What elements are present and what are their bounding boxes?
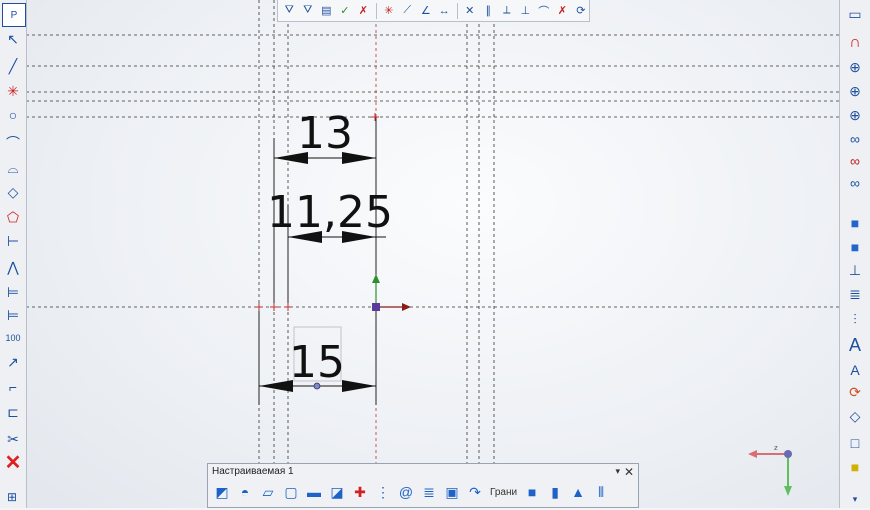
trim-icon[interactable]: ✂ (2, 428, 24, 450)
angular-dimension-icon[interactable]: ⋀ (2, 256, 24, 278)
parameters-icon[interactable]: P (2, 3, 26, 27)
constraint-tangent-icon[interactable]: ⟂ (499, 2, 516, 20)
cube-check-icon[interactable]: ■ (844, 212, 866, 234)
constraint-auto-icon[interactable]: ⟳ (573, 2, 590, 20)
text-small-icon[interactable]: A (844, 359, 866, 381)
filter-clear-icon[interactable]: ✗ (355, 2, 372, 20)
drawing-canvas[interactable]: 13 11,25 15 z (26, 0, 840, 508)
origin-point (372, 303, 380, 311)
left-toolbar: P ↖ ╱ ✳ ○ ⌒ ⌓ ◇ ⬠ ⊢ ⋀ ⊨ ⊨ 100 ↗ ⌐ ⊏ ✂ ✕ … (0, 0, 27, 508)
pattern-icon[interactable]: ⋮ (373, 482, 393, 502)
top-toolbar: ⛛ ⛛ ▤ ✓ ✗ ✳ ⟋ ∠ ↔ ✕ ∥ ⟂ ⊥ ⌒ ✗ ⟳ (277, 0, 590, 22)
constraint-parallel-icon[interactable]: ∥ (480, 2, 497, 20)
filter-all-icon[interactable]: ⛛ (300, 2, 317, 20)
snap-dimension-icon[interactable]: ↔ (436, 2, 453, 20)
dimension-1125-text: 11,25 (267, 187, 393, 238)
delete-icon[interactable]: ✕ (2, 451, 24, 474)
cylinder-icon[interactable]: ▬ (304, 482, 324, 502)
dimension-13-text: 13 (297, 108, 353, 159)
glasses-red-icon[interactable]: ∞ (844, 150, 866, 172)
pointer-icon[interactable]: ↖ (2, 28, 24, 50)
snap-angle-icon[interactable]: ∠ (418, 2, 435, 20)
dimension-icon[interactable]: ⊢ (2, 230, 24, 252)
constraint-perp-icon[interactable]: ⊥ (517, 2, 534, 20)
distribute-icon[interactable]: ⫶ (844, 308, 866, 330)
baseline-dimension-icon[interactable]: ⊨ (2, 304, 24, 326)
dimension-1125[interactable]: 11,25 (267, 187, 393, 243)
view-triad: z (748, 444, 792, 496)
spacing-icon[interactable]: ≣ (844, 283, 866, 305)
glasses-green-icon[interactable]: ∞ (844, 172, 866, 194)
dimension-15-text: 15 (289, 337, 345, 388)
panel-title: Настраиваемая 1 (212, 466, 294, 477)
layout-icon[interactable]: ⊞ (1, 486, 23, 508)
toolbar-separator (456, 2, 458, 19)
panel-menu-button[interactable]: ▾ (615, 466, 620, 477)
angle-dim-icon[interactable]: ⊏ (2, 401, 24, 423)
bend-icon[interactable]: ↷ (465, 482, 485, 502)
revolve-icon[interactable]: ◓ (235, 482, 255, 502)
panel-close-button[interactable]: ✕ (624, 465, 634, 479)
fillet-3d-icon[interactable]: ✚ (350, 482, 370, 502)
dimension-15[interactable]: 15 (259, 326, 376, 392)
ordinate-icon[interactable]: ⌐ (2, 376, 24, 398)
filter-layers-icon[interactable]: ▤ (318, 2, 335, 20)
origin-axes (372, 274, 411, 311)
plane-icon[interactable]: ◇ (844, 405, 866, 427)
glasses-icon[interactable]: ∞ (844, 128, 866, 150)
radial-dimension-icon[interactable]: ↗ (2, 351, 24, 373)
panel-icons: ◩ ◓ ▱ ▢ ▬ ◪ ✚ ⋮ @ ≣ ▣ ↷ Грани ■ ▮ ▲ ⫴ (212, 482, 611, 502)
filter-icon[interactable]: ⛛ (281, 2, 298, 20)
square-icon[interactable]: ■ (844, 456, 866, 478)
box-icon[interactable]: □ (844, 432, 866, 454)
scroll-down-icon[interactable]: ▾ (844, 488, 866, 510)
spiral-icon[interactable]: @ (396, 482, 416, 502)
faces-dropdown[interactable]: Грани (488, 487, 519, 498)
extrude-icon[interactable]: ◩ (212, 482, 232, 502)
sketch-svg: 13 11,25 15 z (26, 0, 840, 508)
svg-text:z: z (774, 444, 778, 452)
polygon-icon[interactable]: ⬠ (2, 206, 24, 228)
dimension-13[interactable]: 13 (274, 108, 376, 164)
linear-chain-icon[interactable]: ⊨ (2, 281, 24, 303)
cylinder-solid-icon[interactable]: ▮ (545, 482, 565, 502)
right-toolbar: ▭ ∩ ⊕ ⊕ ⊕ ∞ ∞ ∞ ■ ■ ⊥ ≣ ⫶ A A ⟳ ◇ □ ■ ▾ (839, 0, 870, 508)
align-icon[interactable]: ⊥ (844, 259, 866, 281)
constraint-intersect-icon[interactable]: ✕ (461, 2, 478, 20)
spring-icon[interactable]: ⫴ (591, 482, 611, 502)
cube-check-red-icon[interactable]: ■ (844, 236, 866, 258)
sweep-icon[interactable]: ▢ (281, 482, 301, 502)
arc-icon[interactable]: ⌒ (2, 132, 24, 154)
text-icon[interactable]: A (844, 334, 866, 356)
snap-line-icon[interactable]: ⟋ (399, 2, 416, 20)
cube-icon[interactable]: ■ (522, 482, 542, 502)
thread-icon[interactable]: ≣ (419, 482, 439, 502)
filter-check-icon[interactable]: ✓ (337, 2, 354, 20)
constraint-arc-icon[interactable]: ⌒ (536, 2, 553, 20)
zoom-window-icon[interactable]: ⊕ (844, 80, 866, 102)
zoom-all-icon[interactable]: ⊕ (844, 104, 866, 126)
toolbar-separator (375, 2, 377, 19)
constraint-remove-icon[interactable]: ✗ (554, 2, 571, 20)
point-icon[interactable]: ✳ (2, 80, 24, 102)
boolean-icon[interactable]: ◪ (327, 482, 347, 502)
line-icon[interactable]: ╱ (2, 55, 24, 77)
snap-point-icon[interactable]: ✳ (381, 2, 398, 20)
magnet-icon[interactable]: ∩ (844, 32, 866, 54)
loft-icon[interactable]: ▱ (258, 482, 278, 502)
zoom-icon[interactable]: ⊕ (844, 56, 866, 78)
custom-toolbar-panel: Настраиваемая 1 ▾ ✕ ◩ ◓ ▱ ▢ ▬ ◪ ✚ ⋮ @ ≣ … (207, 463, 639, 508)
cone-icon[interactable]: ▲ (568, 482, 588, 502)
leader-icon[interactable]: 100 (2, 327, 24, 349)
circle-icon[interactable]: ○ (2, 104, 24, 126)
fillet-icon[interactable]: ⌓ (2, 157, 24, 179)
rectangle-icon[interactable]: ◇ (2, 181, 24, 203)
rotate-icon[interactable]: ⟳ (844, 381, 866, 403)
window-icon[interactable]: ▭ (844, 3, 866, 25)
shell-icon[interactable]: ▣ (442, 482, 462, 502)
